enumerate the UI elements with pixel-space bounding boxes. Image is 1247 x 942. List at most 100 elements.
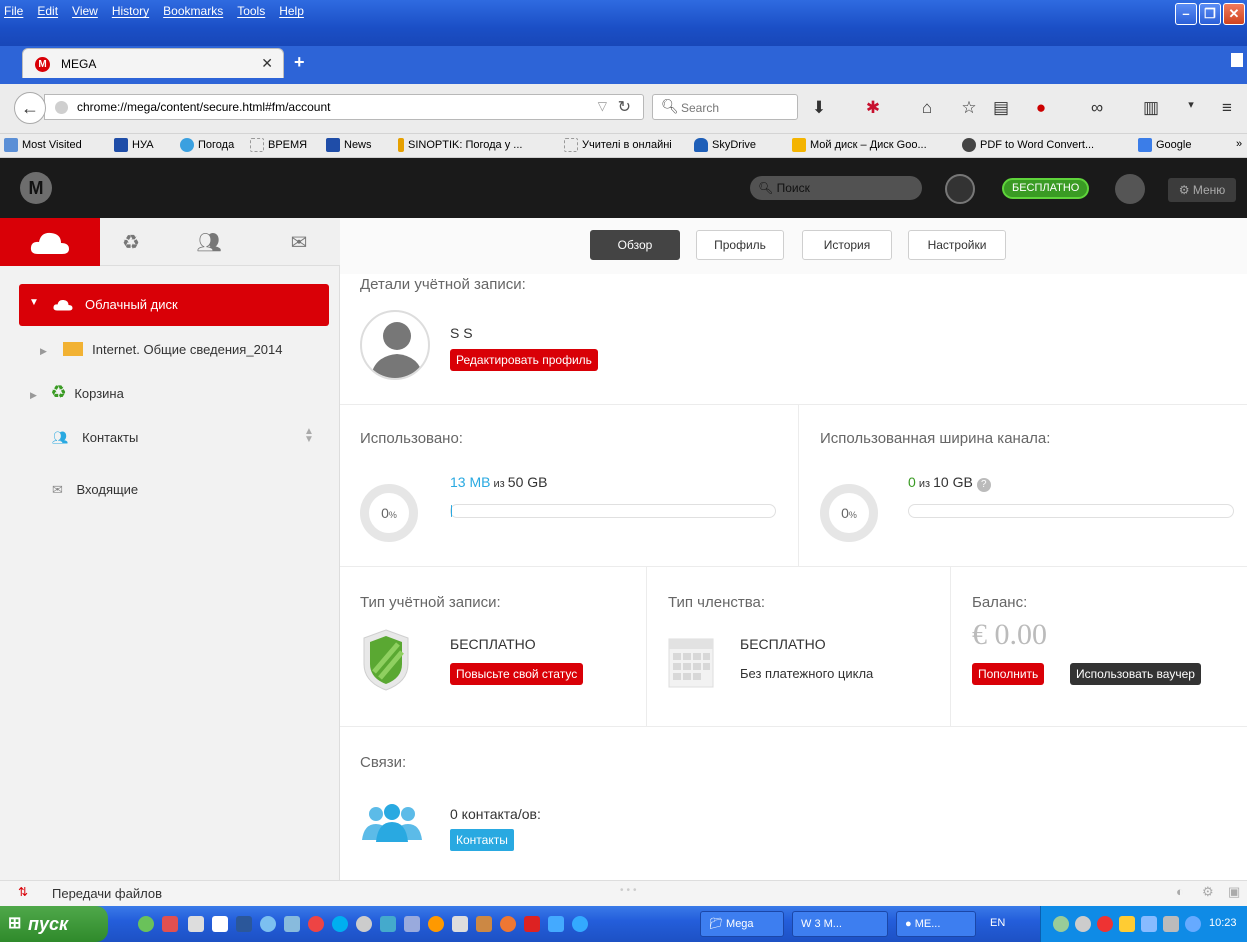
redeem-voucher-button[interactable]: Использовать ваучер (1070, 663, 1201, 685)
upgrade-button[interactable]: Повысьте свой статус (450, 663, 584, 685)
sidebar-item-contacts[interactable]: 👥︎ Контакты (52, 430, 138, 446)
minimize-button[interactable]: – (1175, 3, 1197, 25)
tray-icon[interactable] (1141, 916, 1157, 932)
addon-star-icon[interactable]: ✱ (862, 98, 884, 118)
network-icon[interactable] (1163, 916, 1179, 932)
plan-badge[interactable]: БЕСПЛАТНО (1002, 178, 1090, 199)
skype-icon[interactable] (332, 916, 348, 932)
back-button[interactable]: ← (14, 92, 46, 124)
sidebar-item-trash[interactable]: ▶ ♻ Корзина (30, 382, 124, 403)
transfers-bar[interactable]: ⇅ Передачи файлов ••• ◐ ⚙ ▣ (0, 880, 1247, 906)
quicklaunch-icon[interactable] (404, 916, 420, 932)
close-window-button[interactable]: ✕ (1223, 3, 1245, 25)
bookmark-pdf-to-word[interactable]: PDF to Word Convert... (962, 138, 1094, 152)
bookmarks-overflow-icon[interactable]: » (1236, 138, 1242, 150)
rubbish-bin-tab-icon[interactable]: ♻ (116, 230, 146, 255)
expand-arrow-icon[interactable]: ▼ (29, 297, 39, 308)
bookmark-pogoda[interactable]: Погода (180, 138, 234, 152)
quicklaunch-icon[interactable] (188, 916, 204, 932)
adblock-icon[interactable]: ● (1030, 98, 1052, 118)
contacts-button[interactable]: Контакты (450, 829, 514, 851)
new-tab-button[interactable]: + (294, 52, 305, 73)
edit-profile-button[interactable]: Редактировать профиль (450, 349, 598, 371)
hamburger-menu-icon[interactable]: ≡ (1216, 98, 1238, 118)
clipboard-icon[interactable]: ▥ (1140, 98, 1162, 118)
menu-view[interactable]: View (72, 4, 98, 18)
quicklaunch-icon[interactable] (162, 916, 178, 932)
menu-history[interactable]: History (112, 4, 149, 18)
bookmark-sinoptik[interactable]: SINOPTIK: Погода у ... (398, 138, 522, 152)
tab-profile[interactable]: Профиль (696, 230, 784, 260)
chrome-icon[interactable] (428, 916, 444, 932)
expand-arrow-icon[interactable]: ▶ (40, 346, 47, 356)
taskbar-task-firefox[interactable]: ● ME... (896, 911, 976, 937)
firefox-icon[interactable] (500, 916, 516, 932)
tray-icon[interactable] (1075, 916, 1091, 932)
tray-icon[interactable] (1097, 916, 1113, 932)
inbox-tab-icon[interactable]: ✉ (284, 230, 314, 255)
reload-icon[interactable]: ↻ (618, 97, 631, 117)
utorrent-icon[interactable] (138, 916, 154, 932)
bookmark-news[interactable]: News (326, 138, 372, 152)
bookmark-google[interactable]: Google (1138, 138, 1191, 152)
restore-button[interactable]: ❐ (1199, 3, 1221, 25)
menu-tools[interactable]: Tools (237, 4, 265, 18)
url-bar[interactable]: chrome://mega/content/secure.html#fm/acc… (44, 94, 644, 120)
sort-icon[interactable]: ▲ ▼ (304, 427, 314, 445)
help-icon[interactable]: ? (976, 478, 991, 492)
topup-button[interactable]: Пополнить (972, 663, 1045, 685)
cloud-drive-tab[interactable] (0, 218, 100, 266)
tray-icon[interactable] (1053, 916, 1069, 932)
start-button[interactable]: ⊞ пуск (0, 906, 108, 942)
ie-icon[interactable] (572, 916, 588, 932)
bookmark-google-drive[interactable]: Мой диск – Диск Goo... (792, 138, 927, 152)
home-icon[interactable]: ⌂ (916, 98, 938, 118)
url-dropdown-icon[interactable]: ▽ (598, 99, 607, 113)
addon-icon[interactable]: ∞ (1086, 98, 1108, 118)
site-identity-icon[interactable] (55, 101, 68, 114)
mega-search-input[interactable]: 🔍︎ Поиск (750, 176, 922, 200)
taskbar-task-mega[interactable]: 📁︎ Mega (700, 911, 784, 937)
taskbar-task-word[interactable]: W 3 M... (792, 911, 888, 937)
opera-icon[interactable] (308, 916, 324, 932)
menu-file[interactable]: File (4, 4, 23, 18)
dropdown-icon[interactable]: ▾ (1180, 98, 1202, 111)
user-avatar[interactable] (1115, 174, 1145, 204)
word-icon[interactable] (236, 916, 252, 932)
url-text[interactable]: chrome://mega/content/secure.html#fm/acc… (77, 100, 330, 114)
quicklaunch-icon[interactable] (548, 916, 564, 932)
menu-bookmarks[interactable]: Bookmarks (163, 4, 223, 18)
language-indicator[interactable]: EN (990, 917, 1005, 929)
volume-icon[interactable] (1185, 916, 1201, 932)
quicklaunch-icon[interactable] (284, 916, 300, 932)
browser-tab-mega[interactable]: M MEGA ✕ (22, 48, 284, 78)
tab-overview[interactable]: Обзор (590, 230, 680, 260)
drag-handle-icon[interactable]: ••• (620, 885, 640, 896)
bookmark-most-visited[interactable]: Most Visited (4, 138, 82, 152)
quicklaunch-icon[interactable] (356, 916, 372, 932)
quicklaunch-icon[interactable] (212, 916, 228, 932)
menu-button[interactable]: ⚙ Меню (1168, 178, 1236, 202)
tab-list-icon[interactable] (1231, 53, 1243, 67)
cloud-status-icon[interactable] (945, 174, 975, 204)
bookmarks-menu-icon[interactable]: ▤ (990, 98, 1012, 118)
sidebar-item-inbox[interactable]: ✉ Входящие (52, 482, 138, 498)
quicklaunch-icon[interactable] (380, 916, 396, 932)
bookmark-star-icon[interactable]: ☆ (958, 98, 980, 118)
tray-icon[interactable] (1119, 916, 1135, 932)
search-input[interactable]: 🔍︎ Search (652, 94, 798, 120)
bookmark-vremya[interactable]: ВРЕМЯ (250, 138, 307, 152)
bookmark-skydrive[interactable]: SkyDrive (694, 138, 756, 152)
expand-arrow-icon[interactable]: ▶ (30, 390, 37, 400)
close-tab-icon[interactable]: ✕ (261, 55, 273, 72)
bookmark-nua[interactable]: НУА (114, 138, 154, 152)
menu-edit[interactable]: Edit (37, 4, 58, 18)
mega-logo[interactable]: M (20, 172, 52, 204)
expand-icon[interactable]: ▣ (1228, 884, 1240, 900)
sidebar-item-cloud-drive[interactable]: ▼ Облачный диск (19, 284, 329, 326)
quicklaunch-icon[interactable] (452, 916, 468, 932)
quicklaunch-icon[interactable] (524, 916, 540, 932)
bookmark-uchiteli[interactable]: Учителі в онлайні (564, 138, 672, 152)
pause-icon[interactable]: ◐ (1176, 884, 1184, 899)
contacts-tab-icon[interactable]: 👥︎ (194, 230, 224, 255)
